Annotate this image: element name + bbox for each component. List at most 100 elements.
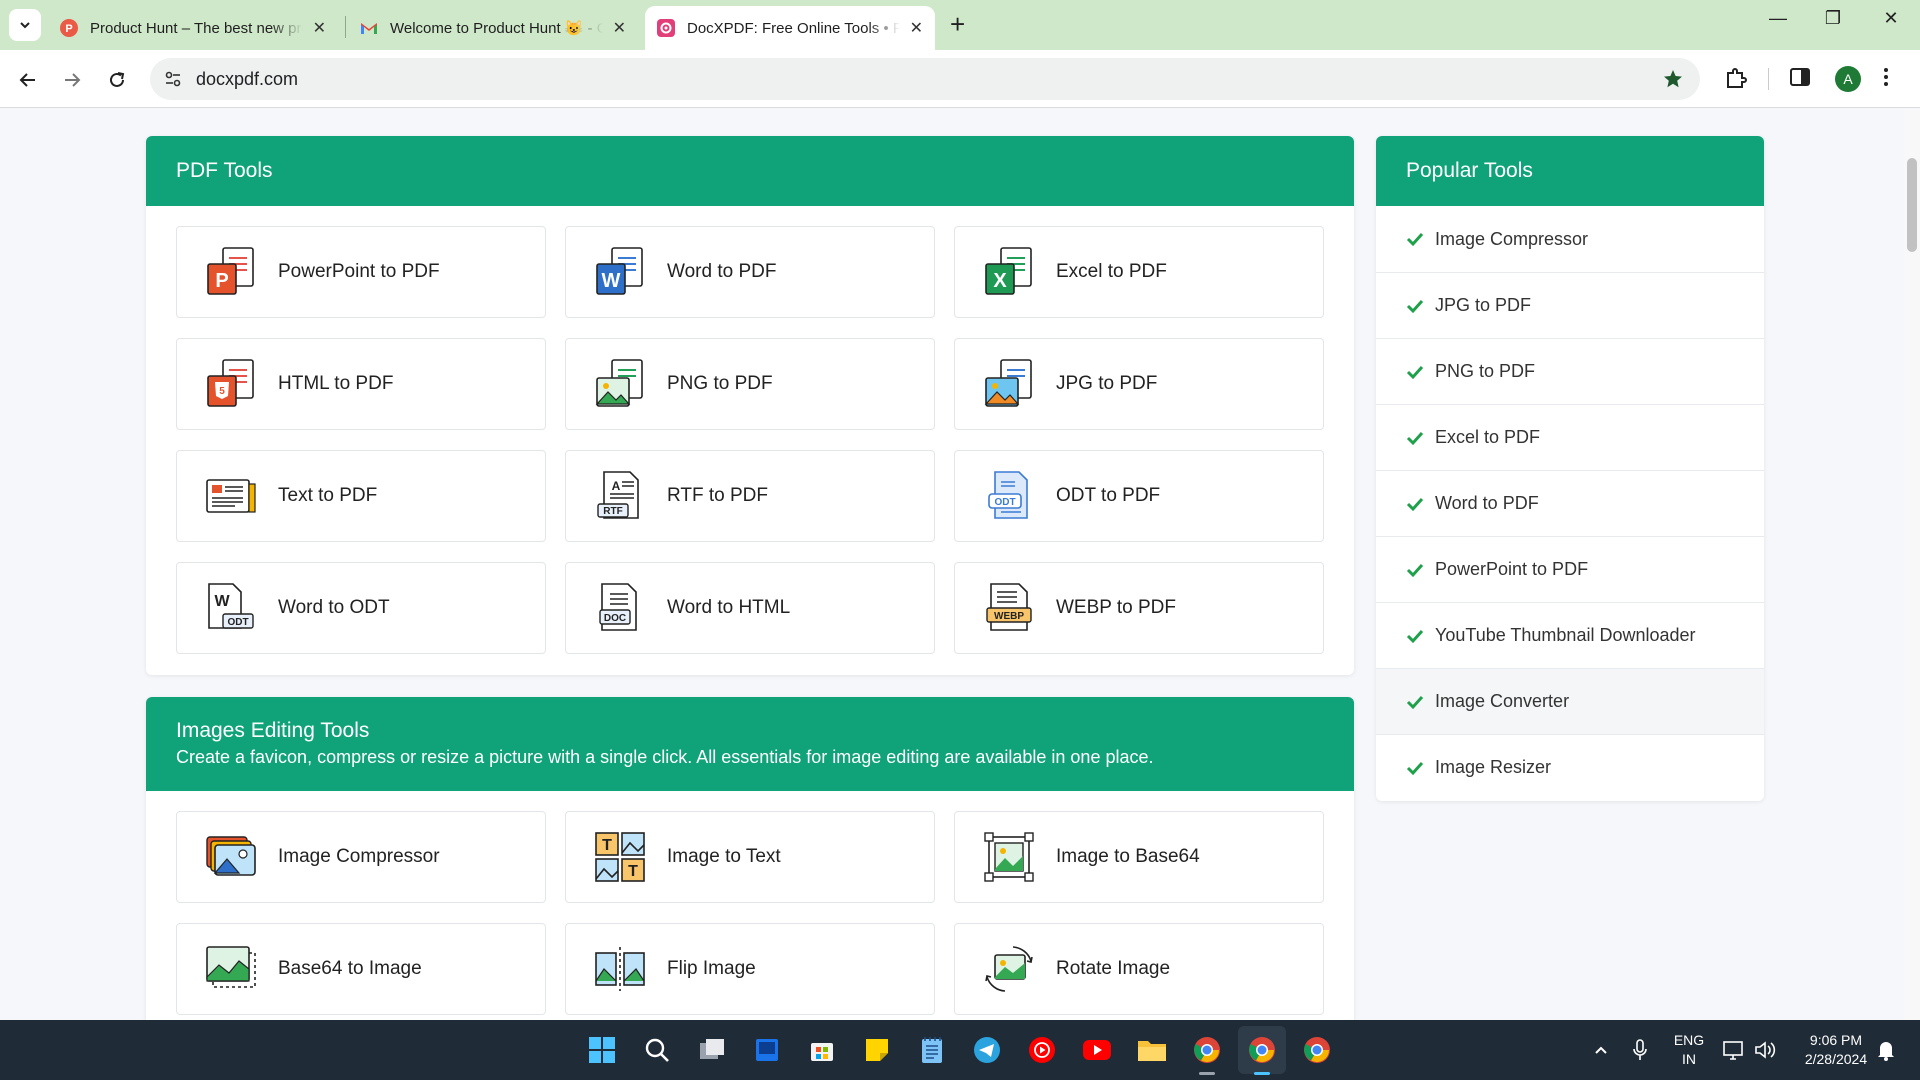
more-vertical-icon <box>1884 68 1888 86</box>
svg-text:T: T <box>602 837 612 854</box>
chevron-down-icon <box>20 22 30 29</box>
doc-file-icon: DOC <box>599 583 637 631</box>
extensions-button[interactable] <box>1724 66 1748 95</box>
tool-label: JPG to PDF <box>1056 373 1158 394</box>
minimize-button[interactable]: — <box>1758 8 1798 29</box>
tool-odt-to-pdf[interactable]: ODT ODT to PDF <box>954 450 1324 542</box>
tool-label: RTF to PDF <box>667 485 768 506</box>
search-button[interactable] <box>641 1034 673 1066</box>
tool-image-to-base64[interactable]: Image to Base64 <box>954 811 1324 903</box>
reload-button[interactable] <box>103 66 131 94</box>
tab-docxpdf[interactable]: DocXPDF: Free Online Tools • Fast ✕ <box>645 6 935 50</box>
image-frame-icon <box>984 832 1034 882</box>
youtube-music-button[interactable] <box>1026 1034 1058 1066</box>
sticky-note-icon <box>866 1039 888 1061</box>
tool-text-to-pdf[interactable]: Text to PDF <box>176 450 546 542</box>
tool-image-compressor[interactable]: Image Compressor <box>176 811 546 903</box>
microphone-icon <box>1633 1039 1647 1060</box>
chrome-profile-3-button[interactable] <box>1301 1034 1333 1066</box>
popular-item-label: Image Resizer <box>1435 757 1552 777</box>
show-hidden-icons-button[interactable] <box>1585 1034 1617 1066</box>
new-tab-button[interactable]: + <box>950 11 965 37</box>
tool-word-to-html[interactable]: DOC Word to HTML <box>565 562 935 654</box>
tab-title: Welcome to Product Hunt 😺 - Gmail <box>390 20 603 37</box>
volume-button[interactable] <box>1750 1034 1782 1066</box>
tool-rotate-image[interactable]: Rotate Image <box>954 923 1324 1015</box>
check-icon <box>1406 563 1424 577</box>
popular-item[interactable]: PNG to PDF <box>1376 338 1764 404</box>
tab-separator <box>345 16 346 38</box>
bookmark-star-icon[interactable] <box>1662 68 1684 90</box>
tool-word-to-pdf[interactable]: W Word to PDF <box>565 226 935 318</box>
tool-rtf-to-pdf[interactable]: A RTF RTF to PDF <box>565 450 935 542</box>
tool-webp-to-pdf[interactable]: WEBP WEBP to PDF <box>954 562 1324 654</box>
popular-item[interactable]: PowerPoint to PDF <box>1376 536 1764 602</box>
popular-tools-card: Popular Tools Image Compressor JPG to PD… <box>1376 136 1764 801</box>
puzzle-icon <box>1727 68 1747 88</box>
youtube-button[interactable] <box>1081 1034 1113 1066</box>
sticky-notes-button[interactable] <box>861 1034 893 1066</box>
product-hunt-icon: P <box>60 19 78 37</box>
notifications-button[interactable] <box>1870 1034 1902 1066</box>
widgets-button[interactable] <box>751 1034 783 1066</box>
microsoft-store-button[interactable] <box>806 1034 838 1066</box>
popular-item[interactable]: Excel to PDF <box>1376 404 1764 470</box>
notepad-button[interactable] <box>916 1034 948 1066</box>
language-label: ENG <box>1673 1032 1705 1048</box>
close-icon[interactable]: ✕ <box>910 18 923 38</box>
chrome-profile-1-button[interactable] <box>1191 1034 1223 1066</box>
chrome-icon <box>1249 1037 1275 1063</box>
popular-item[interactable]: Image Converter <box>1376 668 1764 734</box>
url-text: docxpdf.com <box>196 69 299 89</box>
scrollbar-thumb[interactable] <box>1907 158 1917 252</box>
address-bar[interactable]: docxpdf.com <box>150 58 1700 100</box>
site-settings-icon[interactable] <box>164 70 182 88</box>
task-view-button[interactable] <box>696 1034 728 1066</box>
tab-gmail[interactable]: Welcome to Product Hunt 😺 - Gmail ✕ <box>348 6 638 50</box>
tool-base64-to-image[interactable]: Base64 to Image <box>176 923 546 1015</box>
popular-item[interactable]: JPG to PDF <box>1376 272 1764 338</box>
volume-icon <box>1755 1041 1776 1059</box>
tab-product-hunt[interactable]: P Product Hunt – The best new products ✕ <box>48 6 338 50</box>
tool-image-to-text[interactable]: TT Image to Text <box>565 811 935 903</box>
tool-jpg-to-pdf[interactable]: JPG to PDF <box>954 338 1324 430</box>
browser-menu-button[interactable] <box>1882 66 1890 93</box>
restore-button[interactable]: ❐ <box>1813 8 1853 29</box>
popular-item-label: YouTube Thumbnail Downloader <box>1435 625 1696 645</box>
input-language[interactable]: ENG IN <box>1664 1031 1714 1069</box>
side-panel-button[interactable] <box>1789 66 1811 93</box>
popular-item[interactable]: Image Resizer <box>1376 734 1764 800</box>
tool-excel-to-pdf[interactable]: X Excel to PDF <box>954 226 1324 318</box>
page-scrollbar[interactable] <box>1904 109 1920 1020</box>
image-tools-title: Images Editing Tools <box>176 719 370 742</box>
chrome-profile-2-button[interactable] <box>1246 1034 1278 1066</box>
back-button[interactable] <box>14 66 42 94</box>
start-button[interactable] <box>586 1034 618 1066</box>
file-explorer-button[interactable] <box>1136 1034 1168 1066</box>
side-panel-icon <box>1790 68 1810 86</box>
tool-powerpoint-to-pdf[interactable]: P PowerPoint to PDF <box>176 226 546 318</box>
close-window-button[interactable]: ✕ <box>1871 8 1911 29</box>
tab-search-button[interactable] <box>9 9 41 41</box>
toolbar-divider <box>1768 68 1769 90</box>
popular-item[interactable]: Word to PDF <box>1376 470 1764 536</box>
tool-png-to-pdf[interactable]: PNG to PDF <box>565 338 935 430</box>
windows-logo-icon <box>589 1037 615 1063</box>
forward-button[interactable] <box>58 66 86 94</box>
network-button[interactable] <box>1718 1034 1750 1066</box>
tool-flip-image[interactable]: Flip Image <box>565 923 935 1015</box>
check-icon <box>1406 299 1424 313</box>
profile-avatar[interactable]: A <box>1835 66 1861 92</box>
tool-html-to-pdf[interactable]: 5 HTML to PDF <box>176 338 546 430</box>
close-icon[interactable]: ✕ <box>313 18 326 38</box>
powerpoint-icon: P <box>207 247 254 295</box>
microphone-button[interactable] <box>1624 1034 1656 1066</box>
docxpdf-icon <box>657 19 675 37</box>
close-icon[interactable]: ✕ <box>613 18 626 38</box>
telegram-button[interactable] <box>971 1034 1003 1066</box>
tool-word-to-odt[interactable]: W ODT Word to ODT <box>176 562 546 654</box>
popular-item[interactable]: Image Compressor <box>1376 206 1764 272</box>
popular-item[interactable]: YouTube Thumbnail Downloader <box>1376 602 1764 668</box>
image-tools-card: Images Editing Tools Create a favicon, c… <box>146 697 1354 1020</box>
check-icon <box>1406 695 1424 709</box>
